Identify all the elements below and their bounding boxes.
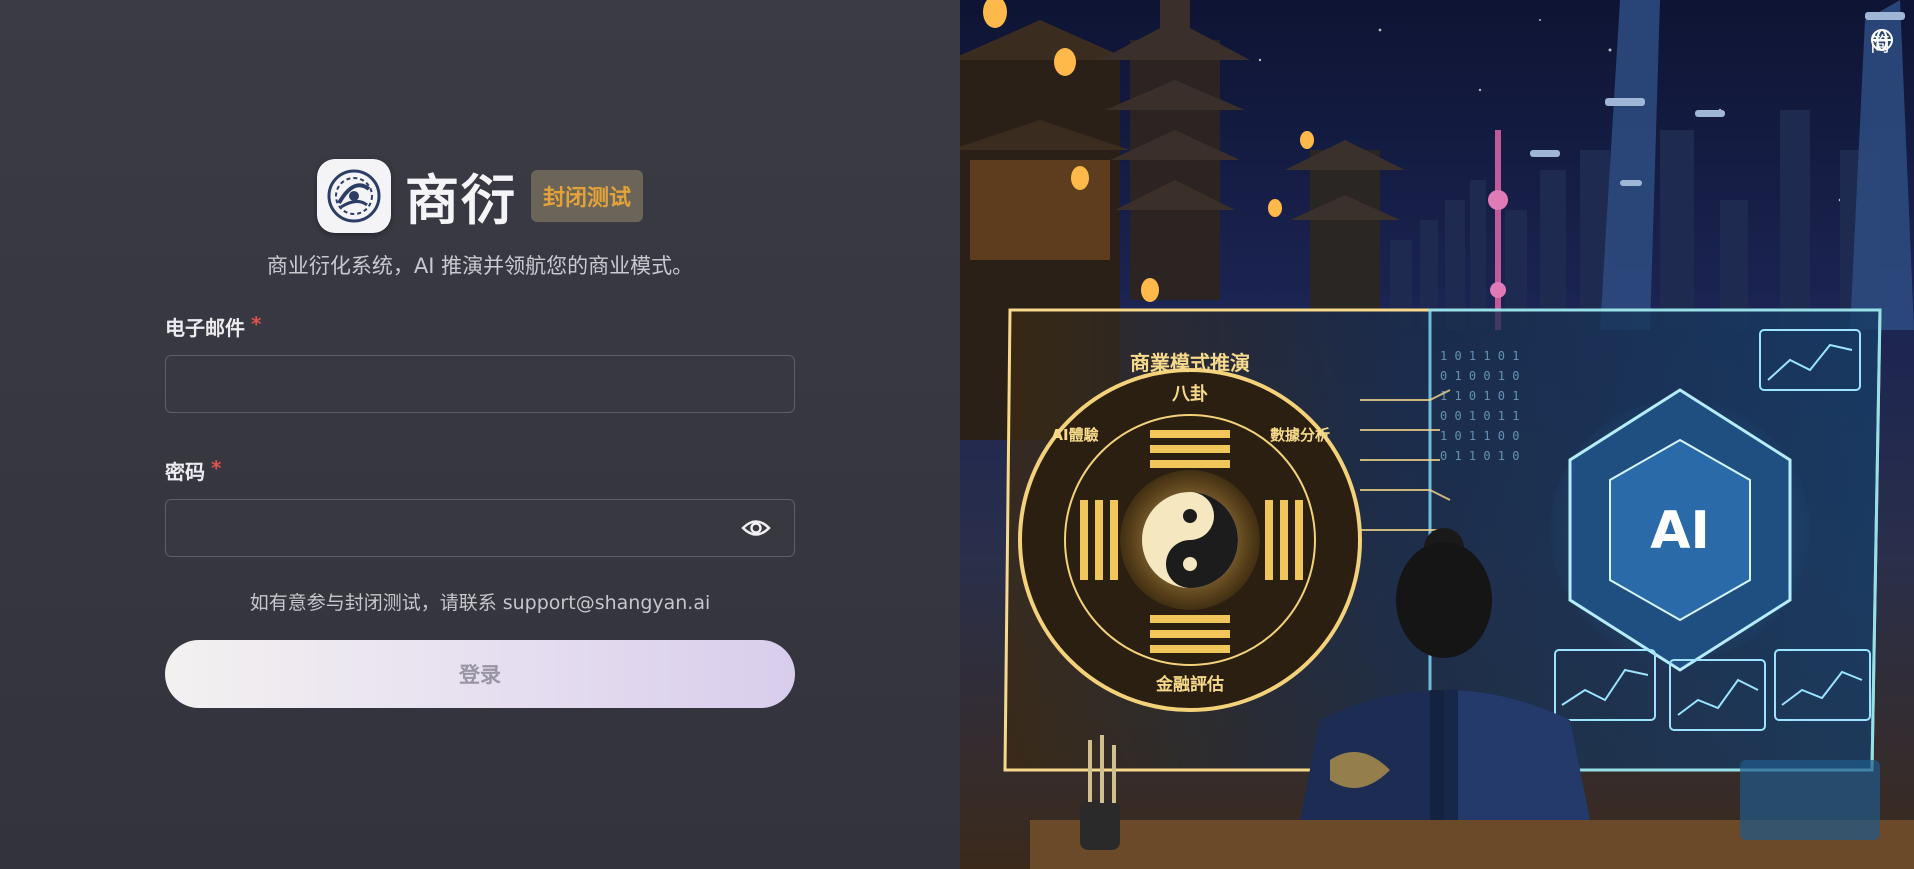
login-page: 商衍 封闭测试 商业衍化系统，AI 推演并领航您的商业模式。 电子邮件 * 密码… xyxy=(0,0,1914,869)
bagua-bottom-text: 金融評估 xyxy=(1155,674,1224,695)
hero-artwork: 商業模式推演 八卦 金融評估 AI體驗 數據分析 1 0 1 1 0 1 0 1… xyxy=(960,0,1914,869)
email-label-text: 电子邮件 xyxy=(165,316,245,340)
email-group: 电子邮件 * xyxy=(165,312,795,413)
password-field[interactable] xyxy=(166,500,740,556)
login-button[interactable]: 登录 xyxy=(165,640,795,708)
svg-text:0 1 0 0 1 0: 0 1 0 0 1 0 xyxy=(1440,369,1519,383)
svg-text:1 0 1 1 0 1: 1 0 1 1 0 1 xyxy=(1440,349,1519,363)
svg-text:1 1 0 1 0 1: 1 1 0 1 0 1 xyxy=(1440,389,1519,403)
hero-illustration: 商業模式推演 八卦 金融評估 AI體驗 數據分析 1 0 1 1 0 1 0 1… xyxy=(960,0,1914,869)
show-password-icon[interactable] xyxy=(740,516,772,540)
svg-text:0 1 1 0 1 0: 0 1 1 0 1 0 xyxy=(1440,449,1519,463)
logo-emblem-icon xyxy=(327,169,381,222)
tagline: 商业衍化系统，AI 推演并领航您的商业模式。 xyxy=(266,254,694,278)
bagua-disk xyxy=(1018,368,1362,712)
bagua-top-text: 八卦 xyxy=(1172,383,1208,405)
contact-note: 如有意参与封闭测试，请联系 support@shangyan.ai xyxy=(249,592,711,614)
app-name: 商衍 xyxy=(404,169,517,232)
email-field-box xyxy=(165,355,795,413)
closed-beta-badge: 封闭测试 xyxy=(530,169,643,222)
required-mark: * xyxy=(211,456,222,480)
password-group: 密码 * xyxy=(165,456,795,557)
ai-core-label: AI xyxy=(1650,501,1710,561)
globe-icon xyxy=(1871,29,1893,51)
password-label-text: 密码 xyxy=(165,460,205,484)
svg-text:1 0 1 1 0 0: 1 0 1 1 0 0 xyxy=(1440,429,1519,443)
required-mark: * xyxy=(251,312,262,336)
language-switcher[interactable]: 简 xyxy=(1870,28,1893,57)
brand-header: 商衍 封闭测试 xyxy=(0,156,960,235)
skyscraper-tall xyxy=(1600,0,1914,330)
email-label: 电子邮件 * xyxy=(165,312,795,341)
pagoda-small xyxy=(1285,140,1405,310)
email-field[interactable] xyxy=(166,356,794,412)
panel-title-text: 商業模式推演 xyxy=(1130,351,1250,375)
bagua-right-text: 數據分析 xyxy=(1270,426,1330,444)
password-field-box xyxy=(165,499,795,557)
svg-text:0 0 1 0 1 1: 0 0 1 0 1 1 xyxy=(1440,409,1519,423)
login-panel: 商衍 封闭测试 商业衍化系统，AI 推演并领航您的商业模式。 电子邮件 * 密码… xyxy=(0,0,960,869)
password-label: 密码 * xyxy=(165,456,795,485)
app-logo xyxy=(316,158,391,233)
bagua-left-text: AI體驗 xyxy=(1051,426,1098,444)
